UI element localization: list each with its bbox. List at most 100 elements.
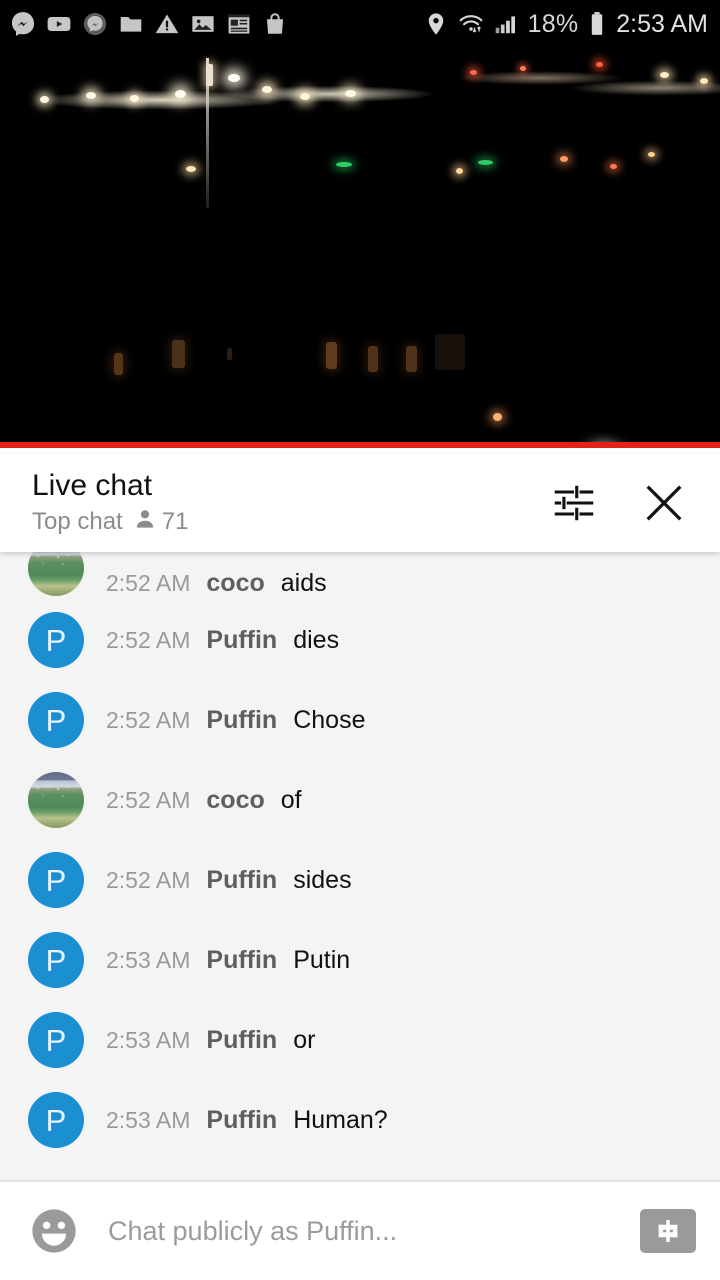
chat-message-body: 2:52 AM coco of [106,785,302,814]
status-bar-system-icons: 18% 2:53 AM [423,11,708,37]
chat-message-body: 2:53 AM Puffin Putin [106,946,350,973]
message-text: of [280,785,302,814]
city-light [456,168,463,174]
city-light [40,96,49,103]
avatar[interactable]: P [28,612,84,668]
chat-message-row[interactable]: P 2:52 AM Puffin sides [0,840,720,920]
city-light [186,166,196,172]
message-text: aids [280,569,327,597]
video-progress-bar[interactable] [0,442,720,448]
green-light [336,162,352,167]
avatar-letter: P [45,942,67,978]
chat-message-row[interactable]: P 2:53 AM Puffin Putin [0,920,720,1000]
message-timestamp: 2:52 AM [106,570,191,596]
avatar[interactable]: P [28,1012,84,1068]
youtube-icon [46,11,72,37]
page-title: Live chat [32,468,153,502]
tower-beacon [206,64,213,86]
city-light [130,95,139,102]
message-author[interactable]: coco [206,787,264,813]
chat-message-body: 2:52 AM Puffin Chose [106,705,366,734]
emoji-icon[interactable] [26,1203,82,1259]
chat-header-actions [548,477,698,529]
live-video-player[interactable] [0,48,720,448]
status-bar: 18% 2:53 AM [0,0,720,48]
location-icon [423,11,449,37]
building-window [114,353,123,375]
warning-icon [154,11,180,37]
avatar-letter: P [45,862,67,898]
message-author[interactable]: Puffin [206,1107,277,1133]
status-bar-notification-icons [10,11,288,37]
message-author[interactable]: Puffin [206,947,277,973]
building-window [227,348,232,360]
avatar[interactable]: P [28,852,84,908]
message-author[interactable]: Puffin [206,627,277,653]
shopping-bag-icon [262,11,288,37]
green-light [478,160,493,165]
message-timestamp: 2:53 AM [106,946,191,973]
city-light [86,92,96,99]
message-text: Human? [293,1105,388,1134]
city-light [493,413,502,421]
city-light [610,164,617,169]
chat-message-list[interactable]: 2:52 AM coco aids P 2:52 AM Puffin dies … [0,552,720,1182]
message-text: or [293,1025,316,1054]
message-timestamp: 2:53 AM [106,1026,191,1053]
close-icon[interactable] [638,477,690,529]
phone-screen: 18% 2:53 AM Live chat Top chat 71 2:52 A… [0,0,720,1280]
chat-message-row[interactable]: P 2:53 AM Puffin Human? [0,1080,720,1160]
message-author[interactable]: Puffin [206,707,277,733]
battery-icon [587,11,607,37]
signal-icon [493,11,519,37]
chat-message-body: 2:52 AM Puffin dies [106,626,339,653]
chat-mode-label[interactable]: Top chat [32,509,123,534]
news-icon [226,11,252,37]
dollar-icon[interactable] [640,1209,696,1253]
avatar[interactable]: P [28,932,84,988]
city-light [660,72,669,78]
live-chat-header: Live chat Top chat 71 [0,454,720,552]
message-timestamp: 2:52 AM [106,786,191,813]
building-window [368,346,378,372]
messenger-muted-icon [82,11,108,37]
city-light [300,93,310,100]
chat-message-body: 2:53 AM Puffin Human? [106,1105,388,1134]
chat-message-row[interactable]: 2:52 AM coco aids [0,552,720,600]
avatar[interactable]: P [28,692,84,748]
avatar[interactable] [28,772,84,828]
battery-percent: 18% [527,9,579,38]
city-light [345,90,356,97]
chat-header-subtitle-row: Top chat 71 [32,507,188,536]
building-window [172,340,185,368]
message-text: Chose [293,705,366,734]
chat-message-row[interactable]: P 2:52 AM Puffin Chose [0,680,720,760]
city-light [700,78,708,84]
avatar-letter: P [45,702,67,738]
building-silhouette [435,334,465,370]
chat-message-row[interactable]: P 2:53 AM Puffin or [0,1000,720,1080]
message-author[interactable]: coco [206,571,264,596]
avatar[interactable] [28,552,84,596]
message-timestamp: 2:52 AM [106,626,191,653]
folder-icon [118,11,144,37]
avatar[interactable]: P [28,1092,84,1148]
chat-header-titles: Live chat Top chat 71 [32,470,188,537]
wifi-icon [458,11,484,37]
message-author[interactable]: Puffin [206,867,277,893]
message-author[interactable]: Puffin [206,1027,277,1053]
tune-icon[interactable] [548,477,600,529]
chat-message-body: 2:52 AM coco aids [106,571,327,596]
chat-input-bar [0,1182,720,1280]
status-bar-clock: 2:53 AM [616,9,708,38]
chat-message-row[interactable]: 2:52 AM coco of [0,760,720,840]
messenger-icon [10,11,36,37]
avatar-letter: P [45,1102,67,1138]
viewer-count-value: 71 [161,507,189,535]
chat-message-row[interactable]: P 2:52 AM Puffin dies [0,600,720,680]
avatar-letter: P [45,1022,67,1058]
message-timestamp: 2:52 AM [106,866,191,893]
building-window [326,342,337,369]
avatar-letter: P [45,622,67,658]
chat-input[interactable] [108,1215,630,1247]
